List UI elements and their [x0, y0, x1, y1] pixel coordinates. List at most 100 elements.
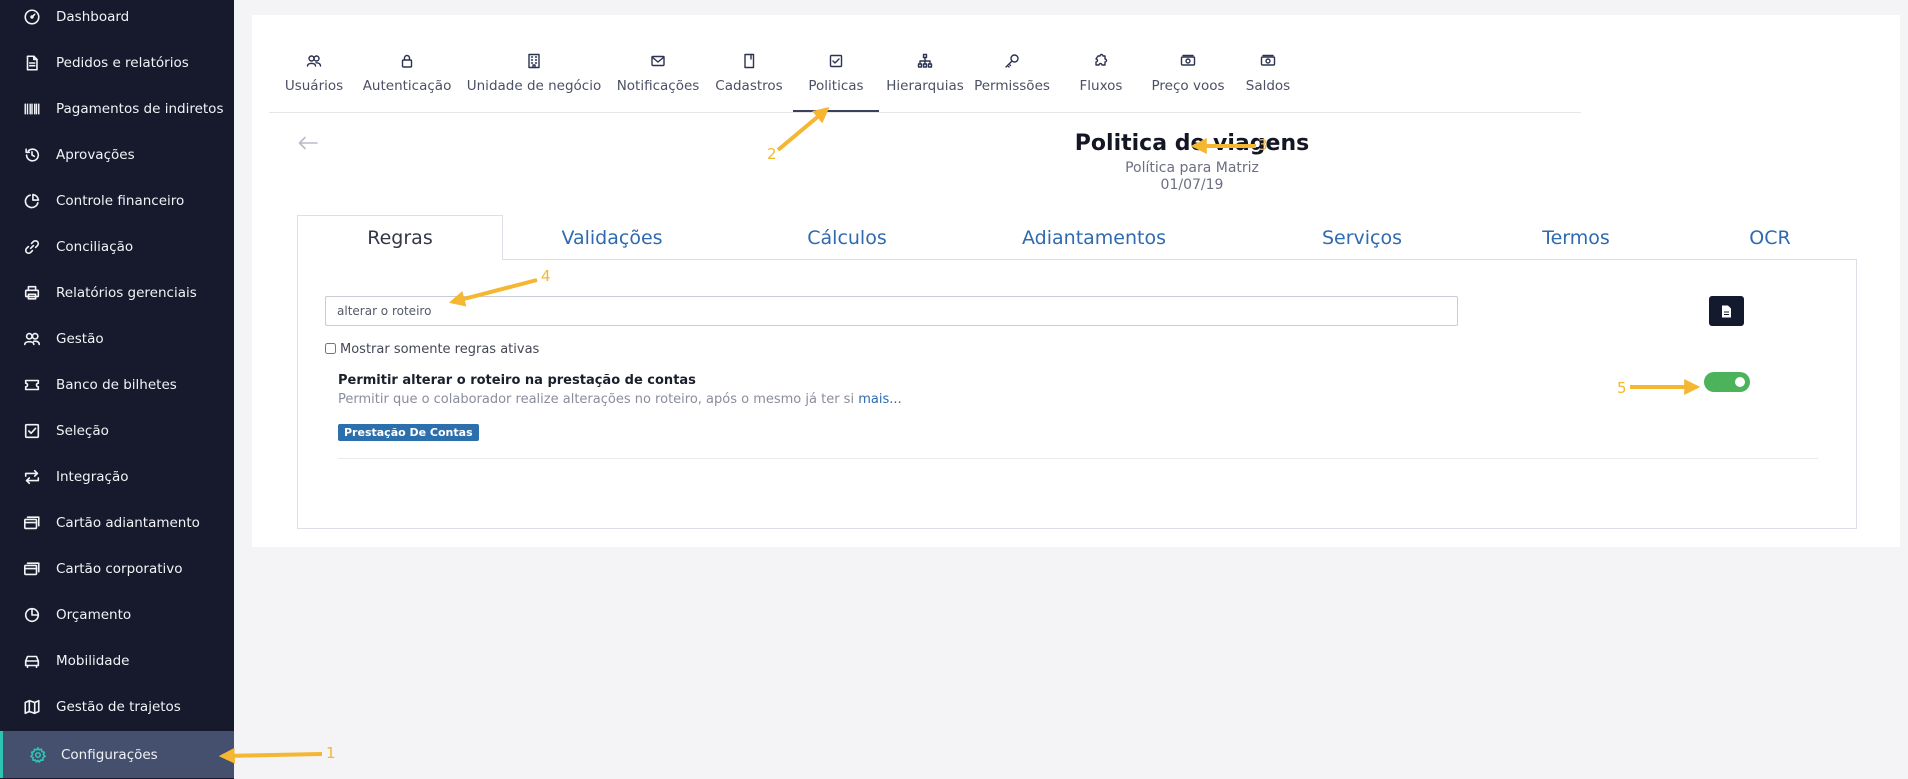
sidebar-item-orcamento[interactable]: Orçamento — [0, 595, 234, 635]
sidebar-item-mobilidade[interactable]: Mobilidade — [0, 641, 234, 681]
sidebar-item-dashboard[interactable]: Dashboard — [0, 0, 234, 37]
tabs-divider — [269, 112, 1581, 113]
tab-fluxos[interactable]: Fluxos — [1070, 50, 1132, 112]
rule-divider — [338, 458, 1818, 459]
tab-hierarquias[interactable]: Hierarquias — [886, 50, 964, 112]
sidebar-item-label: Controle financeiro — [56, 193, 185, 209]
section-tab-termos[interactable]: Termos — [1472, 215, 1680, 260]
section-tab-regras[interactable]: Regras — [297, 215, 503, 260]
tab-notificacoes[interactable]: Notificações — [614, 50, 702, 112]
sidebar-item-selecao[interactable]: Seleção — [0, 411, 234, 451]
rule-category-badge: Prestação De Contas — [338, 424, 479, 441]
ticket-icon — [22, 375, 42, 395]
tab-label: Permissões — [974, 78, 1050, 94]
map-icon — [22, 697, 42, 717]
sidebar-item-pedidos[interactable]: Pedidos e relatórios — [0, 43, 234, 83]
tab-usuarios[interactable]: Usuários — [282, 50, 346, 112]
sidebar-item-pagamentos[interactable]: Pagamentos de indiretos — [0, 89, 234, 129]
tab-politicas[interactable]: Politicas — [793, 50, 879, 112]
tab-label: Cadastros — [715, 78, 783, 94]
sidebar-item-gestao[interactable]: Gestão — [0, 319, 234, 359]
page-date: 01/07/19 — [1160, 177, 1224, 193]
tab-cadastros[interactable]: Cadastros — [714, 50, 784, 112]
section-tab-calculos[interactable]: Cálculos — [742, 215, 952, 260]
annotation-number: 3 — [1258, 136, 1268, 154]
page-subtitle: Política para Matriz — [1125, 160, 1259, 176]
sidebar-item-gestao-trajetos[interactable]: Gestão de trajetos — [0, 687, 234, 727]
search-button[interactable] — [1709, 296, 1744, 326]
sidebar-item-conciliacao[interactable]: Conciliação — [0, 227, 234, 267]
checkbox-icon — [828, 50, 844, 72]
annotation-number: 5 — [1617, 379, 1627, 397]
main-card: Usuários Autenticação Unidade de negócio… — [252, 15, 1900, 547]
sidebar-item-label: Banco de bilhetes — [56, 377, 177, 393]
tab-permissoes[interactable]: Permissões — [974, 50, 1050, 112]
sidebar-item-label: Gestão de trajetos — [56, 699, 181, 715]
lock-icon — [399, 50, 415, 72]
sidebar-item-integracao[interactable]: Integração — [0, 457, 234, 497]
section-tab-adiantamentos[interactable]: Adiantamentos — [958, 215, 1230, 260]
sidebar-item-aprovacoes[interactable]: Aprovações — [0, 135, 234, 175]
rule-title: Permitir alterar o roteiro na prestação … — [338, 373, 696, 388]
history-icon — [22, 145, 42, 165]
mail-icon — [650, 50, 666, 72]
section-tab-servicos[interactable]: Serviços — [1252, 215, 1472, 260]
sidebar-item-label: Pedidos e relatórios — [56, 55, 189, 71]
puzzle-icon — [1093, 50, 1109, 72]
rule-more-link[interactable]: mais... — [858, 392, 901, 407]
gear-icon — [28, 745, 48, 765]
cards-icon — [22, 559, 42, 579]
sidebar-item-label: Configurações — [61, 746, 158, 763]
tab-label: Unidade de negócio — [466, 78, 602, 94]
active-rules-label: Mostrar somente regras ativas — [340, 342, 540, 357]
money-icon — [1260, 50, 1276, 72]
tab-label: Saldos — [1245, 78, 1291, 94]
sidebar-item-label: Relatórios gerenciais — [56, 285, 197, 301]
rule-enabled-toggle[interactable] — [1704, 372, 1750, 392]
sidebar-item-label: Seleção — [56, 423, 109, 439]
annotation-number: 1 — [326, 744, 336, 762]
sidebar: Dashboard Pedidos e relatórios Pagamento… — [0, 0, 234, 779]
book-icon — [741, 50, 757, 72]
sidebar-item-label: Mobilidade — [56, 653, 130, 669]
sidebar-item-controle-financeiro[interactable]: Controle financeiro — [0, 181, 234, 221]
tab-label: Usuários — [284, 78, 344, 94]
rule-description: Permitir que o colaborador realize alter… — [338, 392, 902, 407]
sidebar-item-label: Cartão corporativo — [56, 561, 183, 577]
active-rules-checkbox[interactable] — [325, 343, 336, 354]
sidebar-item-label: Dashboard — [56, 9, 130, 25]
sidebar-item-label: Aprovações — [56, 147, 135, 163]
users-icon — [306, 50, 322, 72]
sidebar-item-configuracoes[interactable]: Configurações — [0, 731, 234, 778]
tab-autenticacao[interactable]: Autenticação — [363, 50, 451, 112]
tab-saldos[interactable]: Saldos — [1236, 50, 1300, 112]
pie-chart-icon — [22, 605, 42, 625]
tab-label: Fluxos — [1079, 78, 1123, 94]
search-input[interactable] — [325, 296, 1458, 326]
car-icon — [22, 651, 42, 671]
annotation-number: 4 — [541, 267, 551, 285]
page-title: Politica de viagens — [1074, 131, 1310, 156]
sidebar-item-label: Pagamentos de indiretos — [56, 101, 224, 117]
tab-preco-voos[interactable]: Preço voos — [1152, 50, 1225, 112]
tab-unidade-negocio[interactable]: Unidade de negócio — [466, 50, 602, 112]
users-icon — [22, 329, 42, 349]
sidebar-item-label: Gestão — [56, 331, 104, 347]
cards-icon — [22, 513, 42, 533]
tab-label: Notificações — [616, 78, 700, 94]
sidebar-item-cartao-corporativo[interactable]: Cartão corporativo — [0, 549, 234, 589]
annotation-number: 2 — [767, 145, 777, 163]
tab-label: Autenticação — [362, 78, 452, 94]
money-icon — [1180, 50, 1196, 72]
section-tab-validacoes[interactable]: Validações — [507, 215, 717, 260]
pie-chart-icon — [22, 191, 42, 211]
sidebar-item-label: Conciliação — [56, 239, 134, 255]
sidebar-item-label: Orçamento — [56, 607, 132, 623]
sidebar-item-relatorios-gerenciais[interactable]: Relatórios gerenciais — [0, 273, 234, 313]
section-tab-ocr[interactable]: OCR — [1682, 215, 1858, 260]
sidebar-item-banco-bilhetes[interactable]: Banco de bilhetes — [0, 365, 234, 405]
link-icon — [22, 237, 42, 257]
barcode-icon — [22, 99, 42, 119]
back-arrow-icon[interactable] — [297, 135, 323, 155]
sidebar-item-cartao-adiantamento[interactable]: Cartão adiantamento — [0, 503, 234, 543]
